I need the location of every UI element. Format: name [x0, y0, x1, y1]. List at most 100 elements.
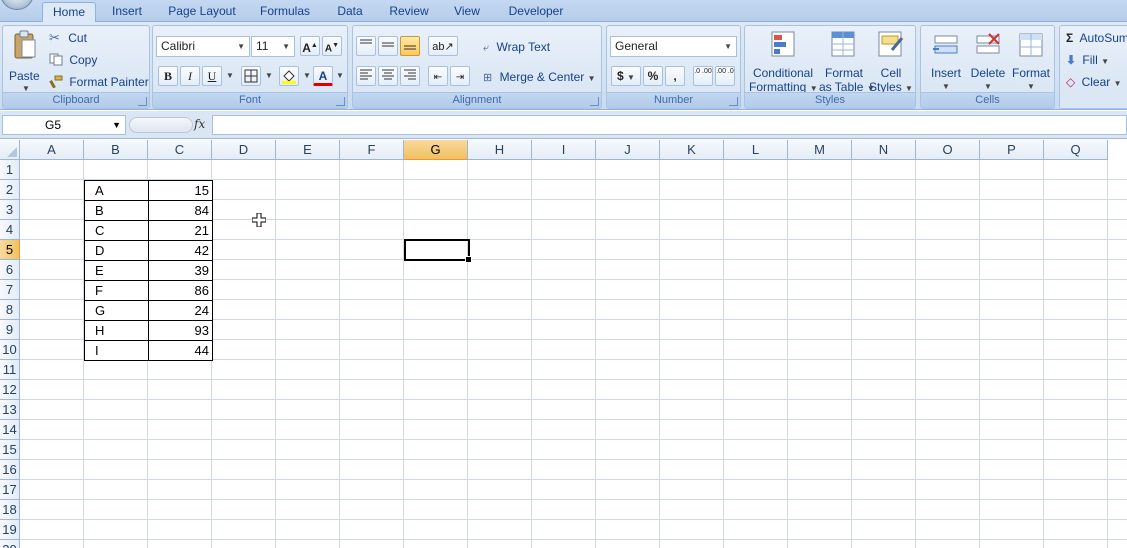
align-center-button[interactable] [378, 66, 398, 86]
row-header-16[interactable]: 16 [0, 460, 20, 480]
cell-styles-button[interactable]: Cell Styles ▼ [869, 30, 913, 94]
row-header-10[interactable]: 10 [0, 340, 20, 360]
cell-c4[interactable]: 21 [148, 220, 213, 241]
column-header-n[interactable]: N [852, 140, 916, 160]
row-header-8[interactable]: 8 [0, 300, 20, 320]
cell-b9[interactable]: H [84, 320, 149, 341]
row-header-12[interactable]: 12 [0, 380, 20, 400]
percent-button[interactable]: % [643, 66, 663, 86]
font-dialog-launcher[interactable] [336, 97, 345, 106]
orientation-button[interactable]: ab↗ [428, 36, 458, 56]
copy-button[interactable]: Copy [49, 53, 97, 67]
align-bottom-button[interactable] [400, 36, 420, 56]
cell-b8[interactable]: G [84, 300, 149, 321]
row-header-17[interactable]: 17 [0, 480, 20, 500]
column-header-m[interactable]: M [788, 140, 852, 160]
column-header-h[interactable]: H [468, 140, 532, 160]
clear-dropdown-arrow[interactable]: ▼ [1114, 79, 1122, 88]
cell-b5[interactable]: D [84, 240, 149, 261]
row-header-2[interactable]: 2 [0, 180, 20, 200]
row-header-7[interactable]: 7 [0, 280, 20, 300]
font-size-combo[interactable]: 11 ▼ [251, 36, 295, 57]
column-header-q[interactable]: Q [1044, 140, 1108, 160]
row-header-19[interactable]: 19 [0, 520, 20, 540]
column-header-b[interactable]: B [84, 140, 148, 160]
decrease-decimal-button[interactable]: .00 .0 [715, 66, 735, 86]
wrap-text-button[interactable]: ⤶ Wrap Text [483, 40, 550, 55]
grow-font-button[interactable]: A▲ [300, 36, 320, 56]
paste-button[interactable]: Paste ▼ [7, 30, 43, 93]
row-header-15[interactable]: 15 [0, 440, 20, 460]
format-painter-button[interactable]: Format Painter [49, 75, 149, 89]
autosum-button[interactable]: Σ AutoSum [1066, 31, 1127, 45]
tab-insert[interactable]: Insert [104, 2, 150, 22]
merge-dropdown-arrow[interactable]: ▼ [588, 74, 596, 83]
row-header-9[interactable]: 9 [0, 320, 20, 340]
row-header-11[interactable]: 11 [0, 360, 20, 380]
underline-dropdown-arrow[interactable]: ▼ [226, 71, 234, 80]
row-header-18[interactable]: 18 [0, 500, 20, 520]
tab-formulas[interactable]: Formulas [254, 2, 316, 22]
office-button[interactable] [0, 0, 34, 10]
fill-dropdown-arrow[interactable]: ▼ [1101, 57, 1109, 66]
formula-input[interactable] [212, 115, 1127, 135]
cell-b6[interactable]: E [84, 260, 149, 281]
column-header-e[interactable]: E [276, 140, 340, 160]
merge-center-button[interactable]: ⊞ Merge & Center ▼ [483, 70, 596, 86]
align-left-button[interactable] [356, 66, 376, 86]
delete-cells-button[interactable]: Delete ▼ [967, 30, 1009, 92]
underline-button[interactable]: U [202, 66, 222, 86]
cell-c10[interactable]: 44 [148, 340, 213, 361]
italic-button[interactable]: I [180, 66, 200, 86]
name-box[interactable]: G5 ▼ [2, 115, 126, 135]
tab-data[interactable]: Data [330, 2, 370, 22]
fill-color-dropdown-arrow[interactable]: ▼ [303, 71, 311, 80]
column-header-d[interactable]: D [212, 140, 276, 160]
conditional-formatting-button[interactable]: Conditional Formatting ▼ [749, 30, 818, 94]
fill-color-button[interactable] [279, 66, 299, 86]
column-header-f[interactable]: F [340, 140, 404, 160]
currency-button[interactable]: $ ▼ [611, 66, 641, 86]
cell-b3[interactable]: B [84, 200, 149, 221]
clipboard-dialog-launcher[interactable] [138, 97, 147, 106]
bold-button[interactable]: B [158, 66, 178, 86]
insert-cells-button[interactable]: Insert ▼ [925, 30, 967, 92]
row-header-1[interactable]: 1 [0, 160, 20, 180]
row-header-14[interactable]: 14 [0, 420, 20, 440]
cell-c6[interactable]: 39 [148, 260, 213, 281]
cell-b4[interactable]: C [84, 220, 149, 241]
cell-c3[interactable]: 84 [148, 200, 213, 221]
cell-c2[interactable]: 15 [148, 180, 213, 201]
column-header-i[interactable]: I [532, 140, 596, 160]
currency-dropdown-arrow[interactable]: ▼ [627, 73, 635, 82]
cell-b2[interactable]: A [84, 180, 149, 201]
tab-developer[interactable]: Developer [502, 2, 570, 22]
clear-button[interactable]: ◇ Clear ▼ [1066, 75, 1122, 91]
increase-indent-button[interactable]: ⇥ [450, 66, 470, 86]
chevron-down-icon[interactable]: ▼ [112, 116, 121, 134]
cell-b7[interactable]: F [84, 280, 149, 301]
row-header-6[interactable]: 6 [0, 260, 20, 280]
shrink-font-button[interactable]: A▼ [322, 36, 342, 56]
row-header-20[interactable]: 20 [0, 540, 20, 548]
format-as-table-button[interactable]: Format as Table ▼ [819, 30, 875, 94]
tab-home[interactable]: Home [42, 2, 96, 23]
fill-button[interactable]: ⬇ Fill ▼ [1066, 53, 1109, 69]
tab-review[interactable]: Review [384, 2, 434, 22]
active-cell-cursor[interactable] [404, 239, 472, 263]
column-header-c[interactable]: C [148, 140, 212, 160]
insert-function-button[interactable]: fx [194, 117, 205, 131]
row-header-3[interactable]: 3 [0, 200, 20, 220]
column-header-g[interactable]: G [404, 140, 468, 160]
column-header-p[interactable]: P [980, 140, 1044, 160]
font-color-dropdown-arrow[interactable]: ▼ [336, 71, 344, 80]
cell-c7[interactable]: 86 [148, 280, 213, 301]
borders-dropdown-arrow[interactable]: ▼ [265, 71, 273, 80]
tab-page-layout[interactable]: Page Layout [164, 2, 240, 22]
alignment-dialog-launcher[interactable] [590, 97, 599, 106]
cell-b10[interactable]: I [84, 340, 149, 361]
increase-decimal-button[interactable]: .0 .00 [693, 66, 713, 86]
cell-c9[interactable]: 93 [148, 320, 213, 341]
decrease-indent-button[interactable]: ⇤ [428, 66, 448, 86]
comma-button[interactable]: , [665, 66, 685, 86]
